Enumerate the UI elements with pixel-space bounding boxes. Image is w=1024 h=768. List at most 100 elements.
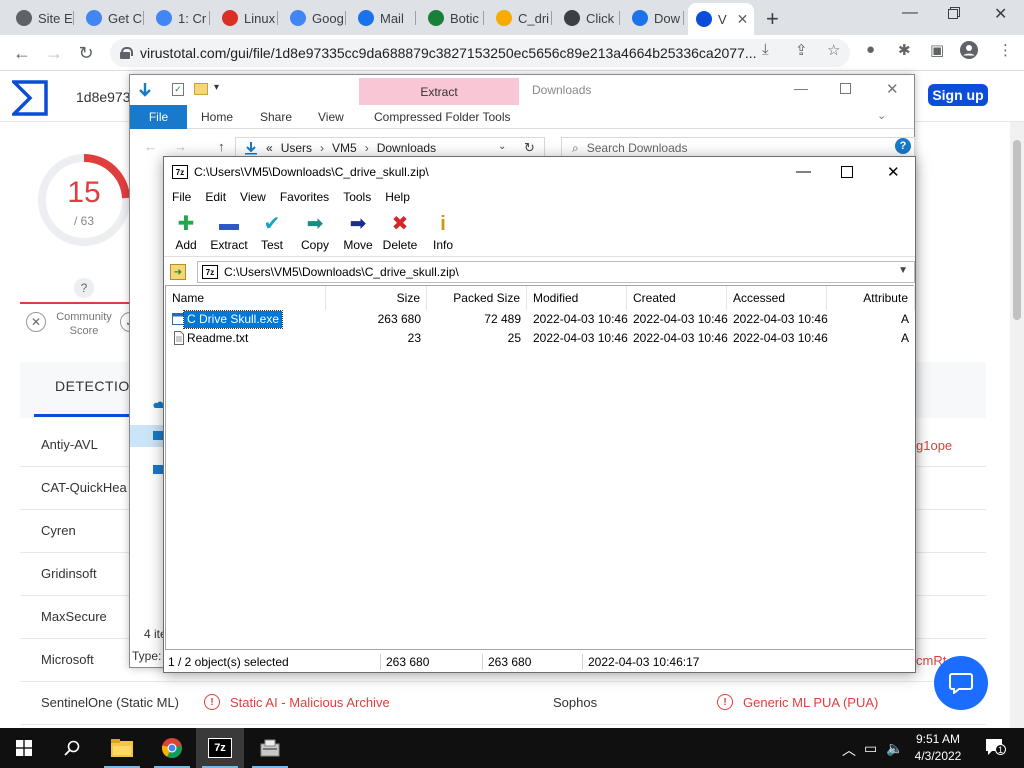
install-app-icon[interactable]: ⤓: [762, 41, 769, 58]
tab-detection[interactable]: DETECTION: [55, 378, 140, 394]
community-help-icon[interactable]: ?: [74, 278, 94, 298]
file-row[interactable]: C Drive Skull.exe 263 680 72 489 2022-04-03…: [166, 310, 915, 329]
explorer-forward-icon[interactable]: →: [174, 139, 187, 154]
column-header-size[interactable]: Size: [326, 286, 427, 310]
file-row[interactable]: Readme.txt 23 25 2022-04-03 10:46 2022-04-03…: [166, 329, 915, 348]
chat-support-button[interactable]: [934, 656, 988, 710]
7zip-path-input[interactable]: 7z C:\Users\VM5\Downloads\C_drive_skull.…: [197, 261, 915, 283]
quick-access-dropdown-icon[interactable]: ▾: [214, 82, 219, 93]
7zip-close-button[interactable]: ✕: [887, 163, 900, 181]
column-header-name[interactable]: Name: [166, 286, 326, 310]
toolbar-move-button[interactable]: ➡ Move: [336, 213, 380, 252]
taskbar-installer[interactable]: [246, 728, 294, 768]
browser-tab[interactable]: Goog: [282, 5, 346, 31]
menu-item-tools[interactable]: Tools: [343, 190, 371, 204]
browser-tab[interactable]: Get C: [78, 5, 144, 31]
column-header-created[interactable]: Created: [627, 286, 727, 310]
back-button[interactable]: ←: [10, 41, 34, 65]
action-center-button[interactable]: 1: [984, 737, 1006, 757]
column-header-modified[interactable]: Modified: [527, 286, 627, 310]
tab-share[interactable]: Share: [260, 110, 292, 124]
taskbar-chrome[interactable]: [148, 728, 196, 768]
browser-tab[interactable]: Botic: [420, 5, 484, 31]
sign-up-button[interactable]: Sign up: [928, 84, 988, 106]
7zip-minimize-button[interactable]: —: [796, 163, 811, 180]
new-tab-button[interactable]: +: [766, 6, 779, 32]
tab-extract[interactable]: Extract: [359, 78, 519, 105]
address-overflow[interactable]: «: [266, 141, 273, 155]
share-icon[interactable]: ⇪: [795, 41, 808, 59]
bookmark-star-icon[interactable]: ☆: [827, 41, 840, 59]
taskbar-file-explorer[interactable]: [98, 728, 146, 768]
browser-tab[interactable]: Linux: [214, 5, 278, 31]
show-hidden-icons[interactable]: ︿: [842, 740, 856, 760]
tab-compressed-folder-tools[interactable]: Compressed Folder Tools: [374, 110, 511, 124]
side-panel-icon[interactable]: ▣: [930, 41, 944, 59]
address-dropdown-icon[interactable]: ⌄: [498, 141, 506, 152]
address-bar[interactable]: virustotal.com/gui/file/1d8e97335cc9da68…: [110, 39, 850, 67]
column-header-packed[interactable]: Packed Size: [427, 286, 527, 310]
browser-tab[interactable]: Mail: [350, 5, 416, 31]
ribbon-expand-icon[interactable]: ⌄: [877, 109, 886, 122]
browser-tab[interactable]: C_dri: [488, 5, 552, 31]
browser-minimize-button[interactable]: —: [902, 4, 918, 22]
explorer-back-icon[interactable]: ←: [144, 139, 157, 154]
explorer-close-button[interactable]: ✕: [886, 80, 899, 98]
address-part-users[interactable]: Users: [281, 141, 312, 155]
address-refresh-icon[interactable]: ↻: [524, 140, 535, 156]
forward-button[interactable]: →: [42, 41, 66, 65]
explorer-maximize-button[interactable]: [840, 83, 851, 94]
profile-avatar-icon[interactable]: [960, 41, 978, 63]
vote-malicious-icon[interactable]: ✕: [26, 312, 46, 332]
taskbar-7zip[interactable]: 7z: [196, 728, 244, 768]
7zip-file-list[interactable]: Name Size Packed Size Modified Created Access…: [165, 285, 916, 768]
browser-restore-button[interactable]: [948, 6, 960, 24]
browser-menu-icon[interactable]: ⋮: [998, 41, 1013, 59]
reload-button[interactable]: ↻: [74, 41, 98, 65]
browser-tab[interactable]: Click: [556, 5, 620, 31]
browser-tab[interactable]: 1: Cr: [148, 5, 210, 31]
tab-file[interactable]: File: [130, 105, 187, 129]
menu-item-help[interactable]: Help: [385, 190, 410, 204]
address-part-downloads[interactable]: Downloads: [377, 141, 436, 155]
explorer-up-icon[interactable]: ↑: [218, 139, 225, 154]
path-history-dropdown-icon[interactable]: ▼: [898, 265, 908, 276]
menu-item-file[interactable]: File: [172, 190, 191, 204]
extensions-puzzle-icon[interactable]: ✱: [898, 41, 911, 59]
taskbar-search-button[interactable]: [48, 728, 96, 768]
menu-item-edit[interactable]: Edit: [205, 190, 226, 204]
network-icon[interactable]: ▭: [864, 740, 877, 757]
extension-globe-icon[interactable]: ●: [866, 41, 875, 58]
explorer-minimize-button[interactable]: —: [794, 80, 808, 96]
browser-tab[interactable]: V ✕: [688, 3, 754, 35]
browser-tab[interactable]: Dow: [624, 5, 684, 31]
page-scrollbar-thumb[interactable]: [1013, 140, 1021, 320]
browser-close-button[interactable]: ✕: [994, 4, 1007, 24]
tab-view[interactable]: View: [318, 110, 344, 124]
virustotal-logo-icon[interactable]: [12, 80, 48, 116]
tab-close-icon[interactable]: ✕: [737, 11, 749, 28]
tab-home[interactable]: Home: [201, 110, 233, 124]
taskbar-clock[interactable]: 9:51 AM 4/3/2022: [900, 731, 976, 765]
toolbar-copy-button[interactable]: ➡ Copy: [293, 213, 337, 252]
toolbar-delete-button[interactable]: ✖ Delete: [378, 213, 422, 252]
toolbar-test-button[interactable]: ✔ Test: [250, 213, 294, 252]
7zip-window[interactable]: 7z C:\Users\VM5\Downloads\C_drive_skull.…: [163, 156, 916, 768]
parent-folder-icon[interactable]: ➜: [170, 264, 186, 280]
properties-icon[interactable]: ✓: [172, 83, 184, 96]
7zip-maximize-button[interactable]: [841, 166, 853, 178]
toolbar-info-button[interactable]: i Info: [421, 213, 465, 252]
start-button[interactable]: [0, 728, 48, 768]
column-header-accessed[interactable]: Accessed: [727, 286, 827, 310]
column-header-attr[interactable]: Attribute: [827, 286, 915, 310]
toolbar-extract-button[interactable]: ▬ Extract: [207, 213, 251, 252]
new-folder-icon[interactable]: [194, 83, 208, 95]
menu-item-view[interactable]: View: [240, 190, 266, 204]
page-scrollbar[interactable]: [1010, 122, 1024, 728]
toolbar-add-button[interactable]: ✚ Add: [164, 213, 208, 252]
browser-tab[interactable]: Site E: [8, 5, 74, 31]
explorer-title-bar[interactable]: ✓ ▾ Extract Downloads — ✕: [130, 75, 914, 105]
menu-item-favorites[interactable]: Favorites: [280, 190, 329, 204]
address-part-vm5[interactable]: VM5: [332, 141, 357, 155]
quick-access-down-arrow-icon[interactable]: [138, 82, 152, 98]
